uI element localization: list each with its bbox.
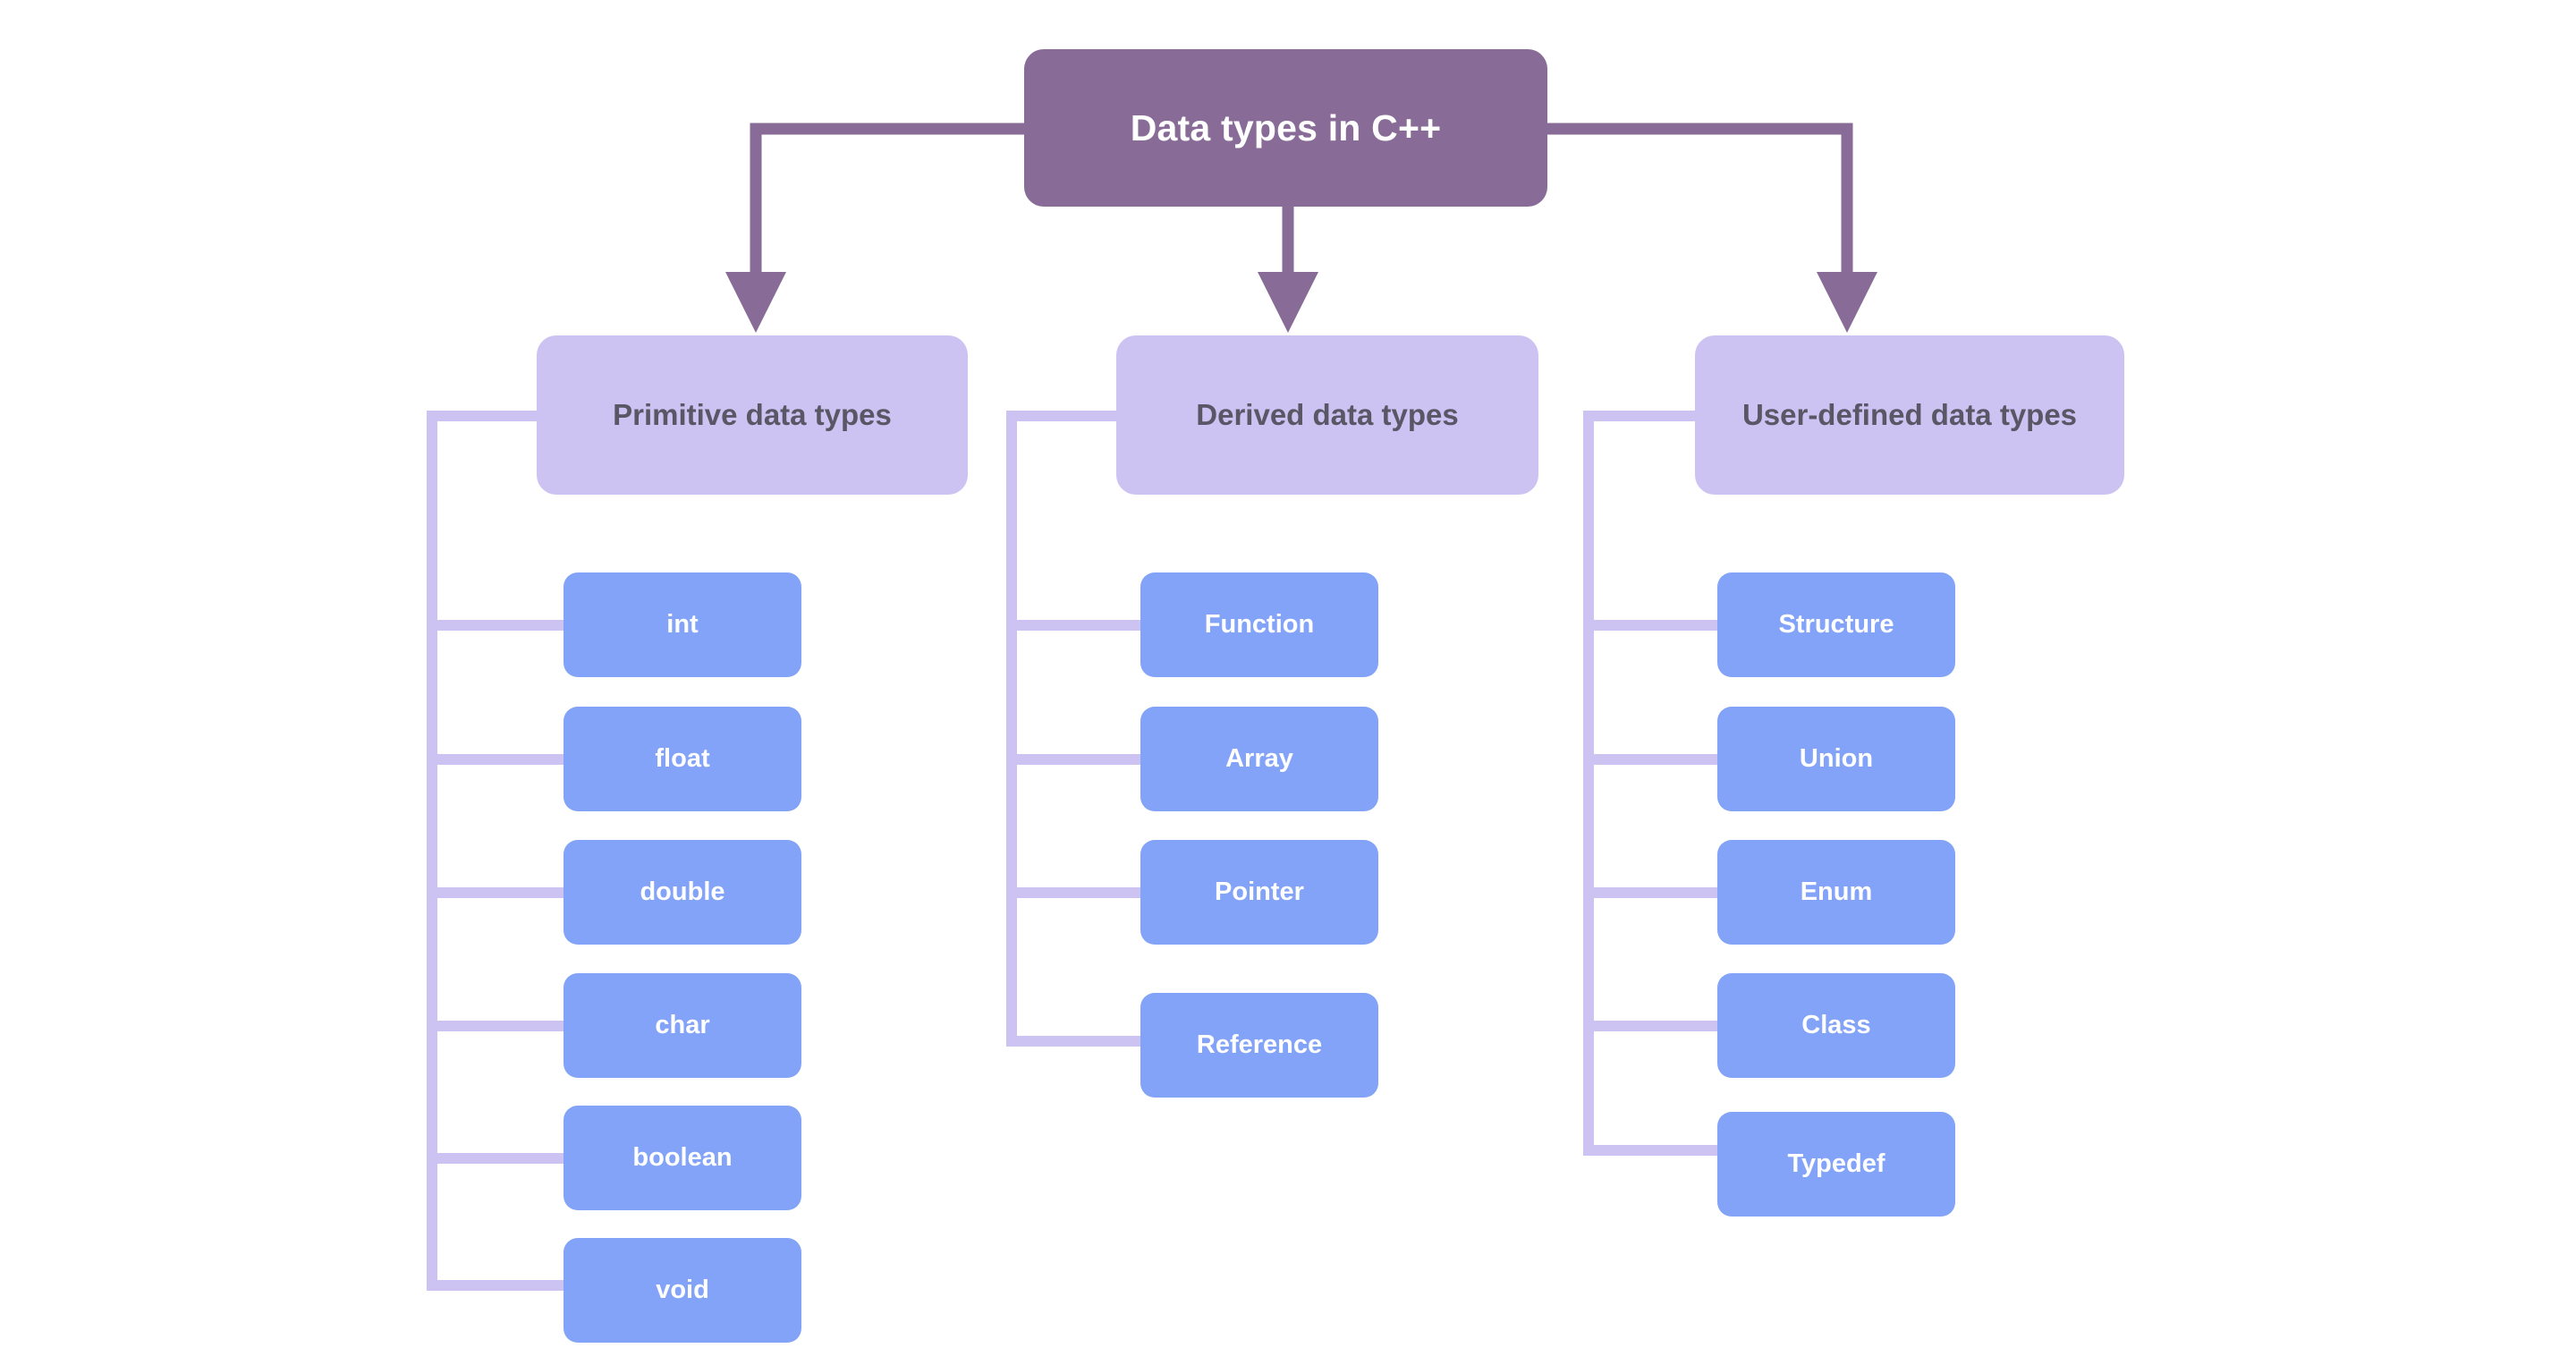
leaf-node-int[interactable]: int xyxy=(564,572,801,677)
leaf-node-boolean[interactable]: boolean xyxy=(564,1106,801,1210)
leaf-node-typedef[interactable]: Typedef xyxy=(1717,1112,1955,1217)
category-node-primitive[interactable]: Primitive data types xyxy=(537,335,968,495)
branch-primitive xyxy=(427,411,569,1291)
arrow-root-to-userdefined xyxy=(1547,123,1877,333)
arrow-root-to-primitive xyxy=(725,123,1024,333)
root-node[interactable]: Data types in C++ xyxy=(1024,49,1547,207)
leaf-node-structure[interactable]: Structure xyxy=(1717,572,1955,677)
arrow-root-to-derived xyxy=(1258,207,1318,333)
leaf-node-enum[interactable]: Enum xyxy=(1717,840,1955,945)
leaf-node-pointer[interactable]: Pointer xyxy=(1140,840,1378,945)
category-node-user-defined[interactable]: User-defined data types xyxy=(1695,335,2124,495)
diagram-canvas: Data types in C++ Primitive data types D… xyxy=(0,0,2576,1365)
leaf-node-function[interactable]: Function xyxy=(1140,572,1378,677)
leaf-node-void[interactable]: void xyxy=(564,1238,801,1343)
category-node-derived[interactable]: Derived data types xyxy=(1116,335,1538,495)
leaf-node-array[interactable]: Array xyxy=(1140,707,1378,811)
leaf-node-union[interactable]: Union xyxy=(1717,707,1955,811)
leaf-node-reference[interactable]: Reference xyxy=(1140,993,1378,1098)
leaf-node-double[interactable]: double xyxy=(564,840,801,945)
leaf-node-float[interactable]: float xyxy=(564,707,801,811)
leaf-node-class[interactable]: Class xyxy=(1717,973,1955,1078)
branch-derived xyxy=(1006,411,1146,1047)
leaf-node-char[interactable]: char xyxy=(564,973,801,1078)
branch-userdefined xyxy=(1583,411,1723,1156)
